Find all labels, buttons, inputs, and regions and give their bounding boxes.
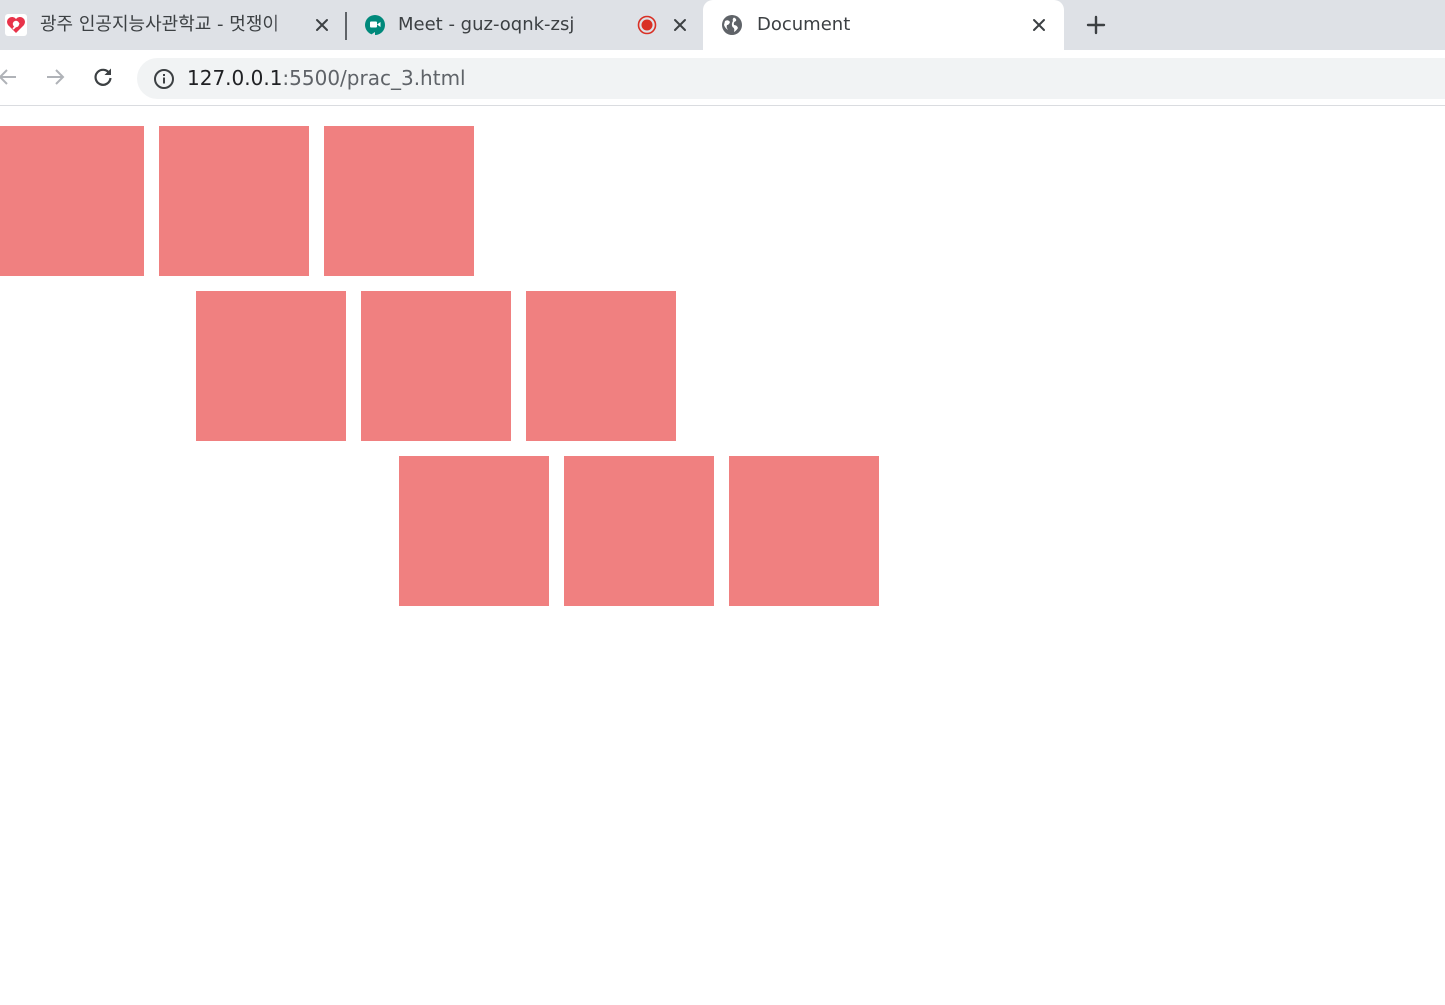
globe-icon <box>720 13 744 37</box>
page-content <box>0 106 1445 1005</box>
box <box>526 291 676 441</box>
arrow-left-icon[interactable] <box>0 63 22 91</box>
box <box>564 456 714 606</box>
address-bar[interactable]: 127.0.0.1:5500/prac_3.html <box>137 58 1445 99</box>
tab-gwangju-ai-school[interactable]: 광주 인공지능사관학교 - 멋쟁이 <box>0 0 345 50</box>
box <box>361 291 511 441</box>
google-meet-icon <box>363 13 387 37</box>
recording-dot-icon <box>637 15 657 35</box>
url-host: 127.0.0.1 <box>187 66 283 90</box>
box <box>0 126 144 276</box>
plus-icon[interactable] <box>1082 11 1110 39</box>
tab-google-meet[interactable]: Meet - guz-oqnk-zsj <box>347 0 703 50</box>
heart-logo-icon <box>4 13 28 37</box>
close-icon[interactable] <box>1027 13 1051 37</box>
box <box>324 126 474 276</box>
reload-icon[interactable] <box>89 63 117 91</box>
box <box>399 456 549 606</box>
tab-strip: 광주 인공지능사관학교 - 멋쟁이 Meet - guz-oqnk-zsj Do… <box>0 0 1445 50</box>
tab-title: Meet - guz-oqnk-zsj <box>398 14 575 35</box>
close-icon[interactable] <box>668 13 692 37</box>
browser-toolbar: 127.0.0.1:5500/prac_3.html <box>0 50 1445 106</box>
box <box>196 291 346 441</box>
box <box>729 456 879 606</box>
tab-title: Document <box>757 14 851 35</box>
url-path: :5500/prac_3.html <box>282 66 466 90</box>
close-icon[interactable] <box>310 13 334 37</box>
info-icon[interactable] <box>152 67 176 91</box>
tab-title: 광주 인공지능사관학교 - 멋쟁이 <box>40 14 279 35</box>
tab-document[interactable]: Document <box>703 0 1064 50</box>
arrow-right-icon[interactable] <box>41 63 69 91</box>
box <box>159 126 309 276</box>
url-text[interactable]: 127.0.0.1:5500/prac_3.html <box>187 58 466 99</box>
